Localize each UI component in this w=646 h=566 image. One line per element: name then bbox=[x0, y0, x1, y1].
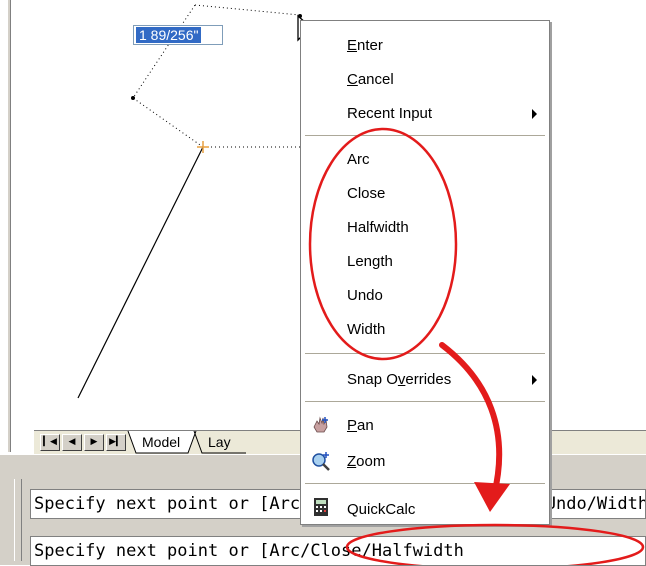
menu-item-halfwidth[interactable]: Halfwidth bbox=[347, 219, 409, 236]
tab-model[interactable]: Model bbox=[142, 434, 180, 450]
menu-item-label: Snap O bbox=[347, 371, 398, 388]
menu-item-quickcalc[interactable]: QuickCalc bbox=[347, 501, 415, 518]
polyline-segment bbox=[77, 146, 204, 399]
menu-item-label: ancel bbox=[357, 71, 394, 88]
menu-item-width[interactable]: Width bbox=[347, 321, 385, 338]
next-tab-icon[interactable]: ▶ bbox=[84, 434, 104, 451]
mnemonic-letter: C bbox=[347, 71, 358, 88]
snap-marker bbox=[197, 141, 209, 153]
menu-item-snap-overrides[interactable]: Snap Overrides bbox=[347, 371, 451, 388]
menu-item-arc[interactable]: Arc bbox=[347, 151, 370, 168]
menu-item-length[interactable]: Length bbox=[347, 253, 393, 270]
menu-item-zoom[interactable]: Zoom bbox=[347, 453, 385, 470]
mnemonic-letter: P bbox=[347, 417, 358, 434]
menu-item-label: nter bbox=[357, 37, 383, 54]
calculator-icon bbox=[314, 498, 328, 516]
tracking-line-top bbox=[194, 4, 301, 16]
menu-separator bbox=[305, 483, 545, 484]
menu-item-enter[interactable]: Enter bbox=[347, 37, 383, 54]
command-window-grip[interactable] bbox=[14, 479, 22, 561]
menu-item-cancel[interactable]: Cancel bbox=[347, 71, 394, 88]
menu-item-pan[interactable]: Pan bbox=[347, 417, 374, 434]
submenu-arrow-icon bbox=[532, 375, 537, 385]
tab-layout[interactable]: Lay bbox=[208, 434, 231, 450]
menu-separator bbox=[305, 135, 545, 136]
zoom-magnifier-icon bbox=[312, 452, 330, 471]
menu-item-label: errides bbox=[405, 371, 452, 388]
menu-item-undo[interactable]: Undo bbox=[347, 287, 383, 304]
dynamic-input-value[interactable]: 1 89/256" bbox=[136, 27, 202, 43]
first-tab-icon[interactable]: ▎◀ bbox=[40, 434, 60, 451]
submenu-arrow-icon bbox=[532, 109, 537, 119]
last-tab-icon[interactable]: ▶▎ bbox=[106, 434, 126, 451]
mnemonic-letter: Z bbox=[347, 453, 357, 470]
menu-item-recent-input[interactable]: Recent Input bbox=[347, 105, 432, 122]
menu-separator bbox=[305, 353, 545, 354]
mnemonic-letter: E bbox=[347, 37, 358, 54]
dynamic-input-field[interactable]: 1 89/256" bbox=[133, 25, 223, 45]
vertex-point bbox=[131, 96, 135, 100]
menu-item-close[interactable]: Close bbox=[347, 185, 385, 202]
menu-item-label: an bbox=[357, 417, 374, 434]
menu-item-label: oom bbox=[356, 453, 386, 470]
pan-hand-icon bbox=[313, 416, 328, 433]
viewport-border bbox=[8, 0, 11, 452]
command-prompt-line[interactable]: Specify next point or [Arc/Close/Halfwid… bbox=[30, 536, 646, 566]
menu-separator bbox=[305, 401, 545, 402]
context-menu: Enter Cancel Recent Input Arc Close Half… bbox=[300, 20, 550, 525]
prev-tab-icon[interactable]: ◀ bbox=[62, 434, 82, 451]
